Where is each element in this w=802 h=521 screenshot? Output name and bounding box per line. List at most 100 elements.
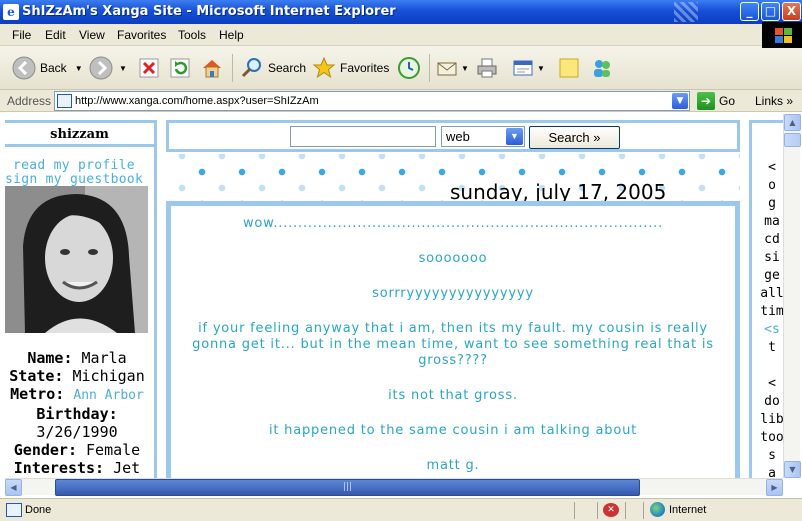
back-arrow-icon [12, 56, 36, 80]
back-button[interactable]: Back ▼ [12, 54, 83, 82]
favorites-button[interactable]: Favorites [312, 54, 389, 82]
go-arrow-icon: ➔ [697, 92, 715, 110]
menu-favorites[interactable]: Favorites [117, 28, 166, 42]
mail-button[interactable]: ▼ [435, 54, 469, 82]
vertical-scrollbar[interactable]: ▲ ▼ [783, 114, 801, 478]
maximize-button[interactable]: □ [761, 2, 780, 21]
refresh-icon [170, 58, 190, 78]
metro-link[interactable]: Ann Arbor [73, 388, 143, 403]
interests-label: Interests: [13, 459, 105, 477]
scroll-down-icon[interactable]: ▼ [784, 461, 801, 478]
window-title: ShIZzAm's Xanga Site - Microsoft Interne… [22, 4, 396, 19]
links-label: Links [755, 94, 784, 108]
name-label: Name: [27, 349, 73, 367]
entry-paragraph: it happened to the same cousin i am talk… [268, 423, 638, 438]
go-button[interactable]: ➔ Go [697, 92, 735, 110]
entry-body: wow.....................................… [179, 216, 727, 478]
username-header: shizzam [5, 123, 154, 147]
right-line: t [768, 340, 776, 355]
metro-label: Metro: [10, 385, 65, 403]
history-icon [398, 57, 420, 79]
right-line: tim [760, 304, 783, 319]
printer-icon [477, 58, 497, 78]
right-line: ge [764, 268, 780, 283]
edit-button[interactable]: ▼ [511, 54, 545, 82]
right-line[interactable]: <s [752, 321, 783, 339]
right-line: < [768, 376, 776, 391]
right-line: a [768, 466, 776, 478]
stop-button[interactable] [137, 54, 161, 82]
right-sidebar-text: < o g ma cd si ge all tim <s t < do lib … [752, 159, 783, 478]
security-zone: Internet [669, 504, 707, 516]
search-icon [241, 58, 261, 78]
scroll-up-icon[interactable]: ▲ [784, 114, 801, 131]
messenger-icon [594, 60, 610, 77]
close-button[interactable]: X [782, 2, 801, 21]
ie-icon: e [3, 4, 19, 20]
messenger-button[interactable] [590, 54, 614, 82]
back-dropdown-icon[interactable]: ▼ [75, 64, 83, 73]
discuss-button[interactable] [557, 54, 581, 82]
horizontal-scroll-thumb[interactable]: ||| [55, 479, 640, 496]
edit-page-icon [513, 60, 533, 76]
search-submit-button[interactable]: Search » [529, 126, 620, 149]
menu-help[interactable]: Help [219, 28, 244, 42]
refresh-button[interactable] [168, 54, 192, 82]
page-icon [57, 94, 72, 108]
popup-blocked-icon[interactable]: ✕ [603, 503, 619, 517]
birthday-value: 3/26/1990 [36, 423, 118, 441]
gender-value: Female [86, 441, 141, 459]
print-button[interactable] [475, 54, 499, 82]
title-bar: e ShIZzAm's Xanga Site - Microsoft Inter… [0, 0, 802, 24]
profile-photo [5, 186, 148, 333]
windows-logo-icon [762, 22, 802, 48]
read-profile-link[interactable]: read my profile [13, 158, 135, 173]
right-line: g [768, 196, 776, 211]
state-value: Michigan [72, 367, 145, 385]
right-line: s [768, 448, 776, 463]
menu-bar: File Edit View Favorites Tools Help [0, 24, 802, 46]
address-label: Address [7, 94, 52, 108]
right-line: o [768, 178, 776, 193]
menu-edit[interactable]: Edit [45, 28, 66, 42]
edit-dropdown-icon[interactable]: ▼ [537, 64, 545, 73]
scroll-left-icon[interactable]: ◀ [5, 479, 22, 496]
vertical-scroll-thumb[interactable] [784, 133, 801, 147]
menu-file[interactable]: File [12, 28, 31, 42]
blog-entry: wow.....................................… [166, 201, 740, 478]
right-line: < [768, 160, 776, 175]
forward-dropdown-icon[interactable]: ▼ [119, 64, 127, 73]
page-status-icon [6, 503, 22, 517]
mail-dropdown-icon[interactable]: ▼ [461, 64, 469, 73]
menu-view[interactable]: View [79, 28, 105, 42]
links-toolbar[interactable]: Links » [755, 94, 793, 108]
favorites-label: Favorites [340, 61, 390, 75]
search-label: Search [268, 61, 307, 75]
search-input[interactable] [290, 126, 436, 147]
home-button[interactable] [200, 54, 224, 82]
search-button[interactable]: Search [240, 54, 306, 82]
forward-button[interactable]: ▼ [89, 54, 127, 82]
sign-guestbook-link[interactable]: sign my guestbook [5, 172, 143, 187]
minimize-button[interactable]: _ [740, 2, 759, 21]
search-engine-value: web [446, 129, 470, 144]
scroll-right-icon[interactable]: ▶ [766, 479, 783, 496]
entry-paragraph: sooooooo [418, 251, 488, 266]
horizontal-scrollbar[interactable]: ◀ ||| ▶ [5, 478, 783, 496]
entry-paragraph: sorrryyyyyyyyyyyyyyy [372, 286, 534, 301]
address-input[interactable]: http://www.xanga.com/home.aspx?user=ShIZ… [54, 91, 690, 111]
address-url[interactable]: http://www.xanga.com/home.aspx?user=ShIZ… [75, 95, 319, 107]
entry-paragraph: matt g. [426, 458, 480, 473]
search-bar: web ▼ Search » [166, 120, 740, 152]
history-button[interactable] [397, 54, 421, 82]
address-dropdown-icon[interactable]: ▼ [672, 93, 688, 109]
entry-paragraph: its not that gross. [388, 388, 518, 403]
right-line: do [764, 394, 780, 409]
interests-value: Jet [113, 459, 141, 477]
menu-tools[interactable]: Tools [178, 28, 206, 42]
status-text: Done [25, 504, 52, 516]
right-line: too [760, 430, 783, 445]
search-engine-select[interactable]: web ▼ [441, 126, 525, 147]
forward-arrow-icon [89, 56, 113, 80]
profile-photo-image [5, 186, 148, 333]
